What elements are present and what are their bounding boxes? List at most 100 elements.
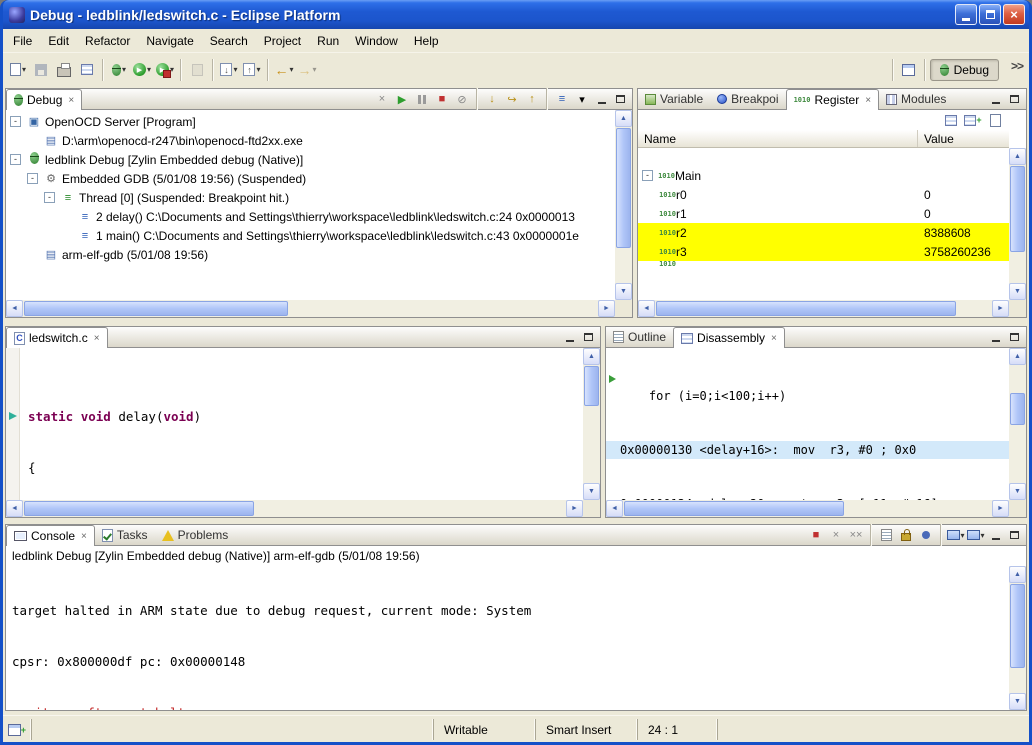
disconnect-button[interactable]: ⊘ <box>453 91 471 108</box>
minimize-button[interactable] <box>955 4 977 25</box>
editor-text-area[interactable]: static void delay(void) { volatile int i… <box>21 348 583 500</box>
scroll-down-arrow[interactable]: ▼ <box>615 283 632 300</box>
scroll-down-arrow[interactable]: ▼ <box>1009 693 1026 710</box>
remove-all-terminated-button[interactable]: × <box>373 91 391 108</box>
build-button[interactable] <box>76 58 98 82</box>
scroll-thumb[interactable] <box>624 501 844 516</box>
tab-modules[interactable]: Modules <box>879 89 953 109</box>
disassembly-scrollbar-vertical[interactable]: ▲ ▼ <box>1009 348 1026 500</box>
new-button[interactable]: ▾ <box>7 58 29 82</box>
open-console-button[interactable]: ▾ <box>967 527 985 544</box>
debug-tree-item stack-frame[interactable]: ≡1 main() C:\Documents and Settings\thie… <box>6 226 615 245</box>
close-tab-icon[interactable]: × <box>771 333 777 344</box>
tab-problems[interactable]: Problems <box>155 525 236 545</box>
disassembly-scrollbar-horizontal[interactable]: ◄ ► <box>606 500 1009 517</box>
tab-ledswitch-c[interactable]: C ledswitch.c × <box>6 327 108 348</box>
editor-scrollbar-horizontal[interactable]: ◄ ► <box>6 500 583 517</box>
minimize-view-button[interactable] <box>561 330 578 345</box>
disassembly-text-area[interactable]: for (i=0;i<100;i++) 0x00000130 <delay+16… <box>606 348 1009 500</box>
scroll-down-arrow[interactable]: ▼ <box>1009 483 1026 500</box>
menu-window[interactable]: Window <box>347 30 406 52</box>
debug-tree-item[interactable]: -ledblink Debug [Zylin Embedded debug (N… <box>6 150 615 169</box>
next-annotation-button[interactable]: ↓▾ <box>218 58 240 82</box>
maximize-button[interactable] <box>979 4 1001 25</box>
menu-refactor[interactable]: Refactor <box>77 30 138 52</box>
debug-tree-item[interactable]: -≡Thread [0] (Suspended: Breakpoint hit.… <box>6 188 615 207</box>
minimize-view-button[interactable] <box>987 528 1004 543</box>
scroll-thumb[interactable] <box>1010 166 1025 252</box>
console-scrollbar-vertical[interactable]: ▲ ▼ <box>1009 566 1026 710</box>
code-line[interactable]: static void delay(void) <box>21 408 583 425</box>
print-button[interactable] <box>53 58 75 82</box>
debug-perspective-button[interactable]: Debug <box>930 59 999 81</box>
terminate-button[interactable]: ■ <box>433 91 451 108</box>
debug-scrollbar-horizontal[interactable]: ◄ ► <box>6 300 615 317</box>
scroll-left-arrow[interactable]: ◄ <box>6 300 23 317</box>
instruction-stepping-button[interactable]: ≡ <box>553 91 571 108</box>
tab-tasks[interactable]: Tasks <box>95 525 155 545</box>
scroll-up-arrow[interactable]: ▲ <box>1009 148 1026 165</box>
scroll-left-arrow[interactable]: ◄ <box>6 500 23 517</box>
title-bar[interactable]: Debug - ledblink/ledswitch.c - Eclipse P… <box>3 0 1029 29</box>
scroll-right-arrow[interactable]: ► <box>992 300 1009 317</box>
tree-expander[interactable]: - <box>10 116 21 127</box>
registers-scrollbar-vertical[interactable]: ▲ ▼ <box>1009 148 1026 300</box>
maximize-view-button[interactable] <box>612 92 629 107</box>
debug-view-menu-button[interactable]: ▾ <box>573 91 591 108</box>
terminate-console-button[interactable]: ■ <box>807 527 825 544</box>
tree-expander[interactable]: - <box>642 170 653 181</box>
pin-console-button[interactable] <box>917 527 935 544</box>
close-tab-icon[interactable]: × <box>68 95 74 106</box>
scroll-up-arrow[interactable]: ▲ <box>1009 566 1026 583</box>
menu-search[interactable]: Search <box>202 30 256 52</box>
registers-view-menu-button[interactable] <box>986 112 1004 129</box>
menu-help[interactable]: Help <box>406 30 447 52</box>
register-row[interactable]: -1010Main <box>638 166 1009 185</box>
close-tab-icon[interactable]: × <box>94 333 100 344</box>
editor-content[interactable]: static void delay(void) { volatile int i… <box>6 348 600 517</box>
toolbar-overflow-chevron[interactable]: >> <box>1011 59 1023 73</box>
debug-tree-item stack-frame[interactable]: ≡2 delay() C:\Documents and Settings\thi… <box>6 207 615 226</box>
scroll-up-arrow[interactable]: ▲ <box>615 110 632 127</box>
close-button[interactable]: × <box>1003 4 1025 25</box>
tab-variables[interactable]: Variable <box>638 89 710 109</box>
scroll-thumb[interactable] <box>1010 584 1025 668</box>
tab-breakpoints[interactable]: Breakpoi <box>710 89 785 109</box>
scroll-thumb[interactable] <box>24 301 288 316</box>
external-tools-button[interactable]: ▶▾ <box>154 58 176 82</box>
column-header-name[interactable]: Name <box>638 130 918 147</box>
scroll-right-arrow[interactable]: ► <box>598 300 615 317</box>
column-header-value[interactable]: Value <box>918 130 1009 147</box>
scroll-lock-button[interactable] <box>897 527 915 544</box>
scroll-left-arrow[interactable]: ◄ <box>638 300 655 317</box>
minimize-view-button[interactable] <box>987 330 1004 345</box>
registers-scrollbar-horizontal[interactable]: ◄ ► <box>638 300 1009 317</box>
scroll-up-arrow[interactable]: ▲ <box>583 348 600 365</box>
debug-scrollbar-vertical[interactable]: ▲ ▼ <box>615 110 632 300</box>
suspend-button[interactable] <box>413 91 431 108</box>
tree-expander[interactable]: - <box>44 192 55 203</box>
editor-ruler[interactable] <box>6 348 20 500</box>
tab-outline[interactable]: Outline <box>606 327 673 347</box>
add-register-group-button[interactable]: + <box>964 112 982 129</box>
fast-view-button[interactable]: + <box>8 721 26 738</box>
display-selected-console-button[interactable]: ▾ <box>947 527 965 544</box>
scroll-thumb[interactable] <box>656 301 956 316</box>
menu-edit[interactable]: Edit <box>40 30 77 52</box>
disassembly-line-current[interactable]: 0x00000130 <delay+16>: mov r3, #0 ; 0x0 <box>606 441 1009 459</box>
debug-button[interactable]: ▾ <box>108 58 130 82</box>
scroll-left-arrow[interactable]: ◄ <box>606 500 623 517</box>
step-into-button[interactable]: ↓ <box>483 91 501 108</box>
minimize-view-button[interactable] <box>593 92 610 107</box>
menu-navigate[interactable]: Navigate <box>138 30 201 52</box>
tab-console[interactable]: Console× <box>6 525 95 546</box>
maximize-view-button[interactable] <box>1006 528 1023 543</box>
scroll-up-arrow[interactable]: ▲ <box>1009 348 1026 365</box>
resume-button[interactable]: ▶ <box>393 91 411 108</box>
toggle-mark-occurrences-button[interactable] <box>186 58 208 82</box>
scroll-thumb[interactable] <box>584 366 599 406</box>
debug-tree[interactable]: -▣OpenOCD Server [Program] ▤D:\arm\openo… <box>6 110 632 317</box>
maximize-view-button[interactable] <box>580 330 597 345</box>
scroll-thumb[interactable] <box>24 501 254 516</box>
register-row[interactable]: 1010r1 0 <box>638 204 1009 223</box>
